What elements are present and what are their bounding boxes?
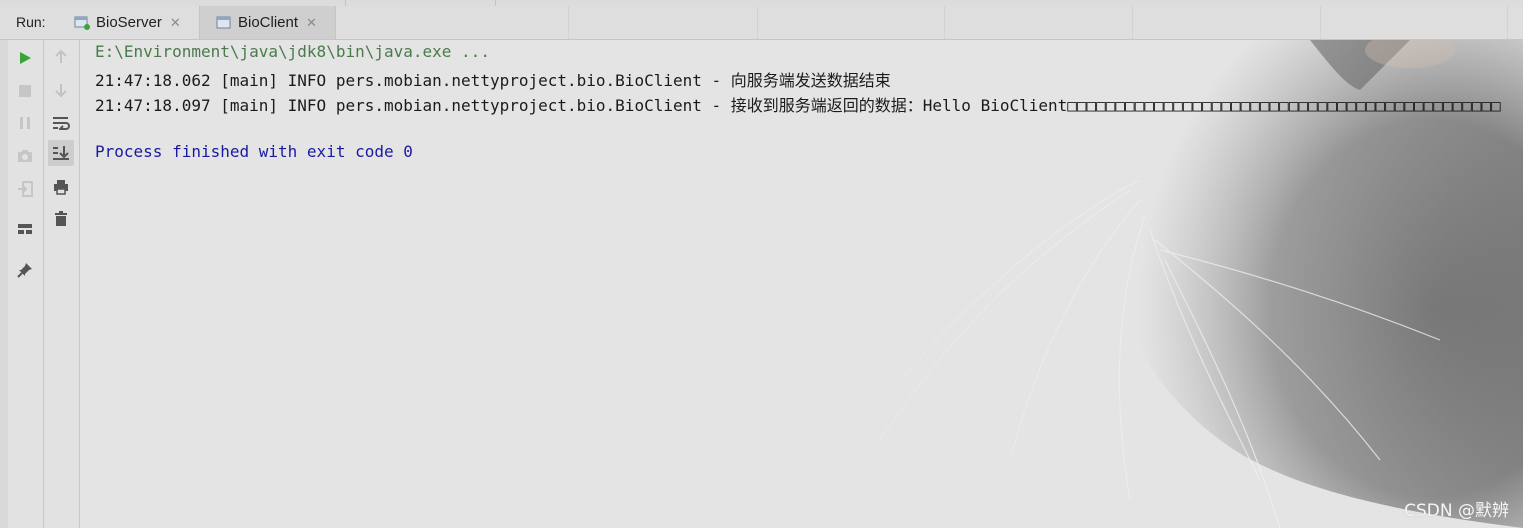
tab-label: BioServer bbox=[96, 14, 162, 31]
stop-icon bbox=[19, 85, 31, 97]
run-config-icon bbox=[216, 16, 232, 30]
clear-all-button[interactable] bbox=[48, 206, 74, 232]
console-exit-message: Process finished with exit code 0 bbox=[95, 142, 413, 161]
run-label: Run: bbox=[16, 14, 46, 30]
tab-bioclient[interactable]: BioClient ✕ bbox=[199, 6, 336, 39]
up-arrow-icon bbox=[55, 49, 67, 63]
trash-icon bbox=[55, 211, 67, 226]
run-config-icon bbox=[74, 16, 90, 30]
scroll-to-end-button[interactable] bbox=[48, 140, 74, 166]
console-log-line: 21:47:18.097 [main] INFO pers.mobian.net… bbox=[95, 96, 1501, 115]
scroll-to-end-icon bbox=[53, 146, 69, 160]
console-log-line: 21:47:18.062 [main] INFO pers.mobian.net… bbox=[95, 71, 891, 90]
pause-icon bbox=[20, 117, 30, 129]
print-button[interactable] bbox=[48, 174, 74, 200]
soft-wrap-icon bbox=[53, 117, 70, 130]
pause-button[interactable] bbox=[12, 110, 38, 136]
rerun-button[interactable] bbox=[12, 45, 38, 71]
restore-layout-button[interactable] bbox=[12, 176, 38, 202]
dump-threads-button[interactable] bbox=[12, 143, 38, 169]
pin-icon bbox=[17, 263, 32, 278]
run-toolbar-left bbox=[8, 40, 44, 528]
console-output[interactable]: E:\Environment\java\jdk8\bin\java.exe ..… bbox=[80, 40, 1523, 528]
next-occurrence-button[interactable] bbox=[48, 77, 74, 103]
print-icon bbox=[54, 180, 68, 195]
watermark: CSDN @默辨 bbox=[1404, 501, 1509, 521]
console-command-line: E:\Environment\java\jdk8\bin\java.exe ..… bbox=[95, 42, 490, 61]
run-tool-window: Run: BioServer ✕ BioClient ✕ E:\Environm… bbox=[0, 0, 1523, 528]
tab-label: BioClient bbox=[238, 14, 299, 31]
soft-wrap-button[interactable] bbox=[48, 110, 74, 136]
layout-button[interactable] bbox=[12, 216, 38, 242]
run-tab-bar: Run: BioServer ✕ BioClient ✕ bbox=[0, 6, 1523, 40]
camera-icon bbox=[18, 150, 32, 162]
tab-bioserver[interactable]: BioServer ✕ bbox=[66, 6, 196, 39]
login-icon bbox=[18, 181, 33, 197]
stop-button[interactable] bbox=[12, 78, 38, 104]
down-arrow-icon bbox=[55, 84, 67, 98]
run-toolbar-right bbox=[44, 40, 80, 528]
close-icon[interactable]: ✕ bbox=[306, 15, 317, 31]
layout-icon bbox=[18, 224, 32, 234]
pin-tab-button[interactable] bbox=[12, 257, 38, 283]
close-icon[interactable]: ✕ bbox=[170, 15, 181, 31]
rerun-icon bbox=[20, 52, 31, 64]
previous-occurrence-button[interactable] bbox=[48, 44, 74, 70]
